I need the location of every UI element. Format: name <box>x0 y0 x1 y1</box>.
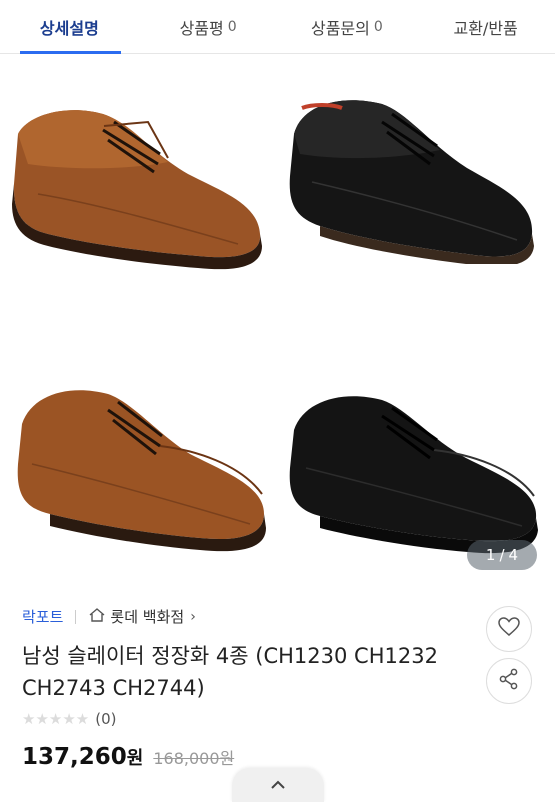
product-title: 남성 슬레이터 정장화 4종 (CH1230 CH1232 CH2743 CH2… <box>22 644 438 700</box>
tab-count: 0 <box>227 18 237 35</box>
shoe-image-brown-plain <box>8 74 268 274</box>
detail-tab-bar: 상세설명 상품평 0 상품문의 0 교환/반품 <box>0 0 555 54</box>
sale-price: 137,260 <box>22 744 127 770</box>
product-image-gallery[interactable]: 1 / 4 <box>0 54 555 586</box>
price-row: 137,260원 168,000원 <box>22 744 234 770</box>
share-button[interactable] <box>486 658 532 704</box>
counter-current: 1 <box>485 546 496 564</box>
price-unit: 원 <box>126 748 144 769</box>
tab-label: 상세설명 <box>39 18 99 38</box>
wishlist-button[interactable] <box>486 606 532 652</box>
home-icon <box>88 607 106 627</box>
original-price: 168,000원 <box>153 749 235 768</box>
shoe-image-black-plain <box>282 64 542 267</box>
divider <box>75 609 77 624</box>
tab-label: 교환/반품 <box>453 18 518 38</box>
heart-icon <box>498 617 520 641</box>
tab-inquiries[interactable]: 상품문의 0 <box>278 0 417 53</box>
tab-label: 상품문의 <box>310 18 370 38</box>
chevron-up-icon <box>269 776 287 795</box>
rating-row[interactable]: ★★★★★ (0) <box>22 710 117 728</box>
tab-exchange-return[interactable]: 교환/반품 <box>416 0 555 53</box>
share-icon <box>498 668 520 694</box>
brand-link[interactable]: 락포트 <box>22 606 63 627</box>
review-count: (0) <box>95 710 117 728</box>
brand-row: 락포트 롯데 백화점 › <box>22 606 196 627</box>
chevron-right-icon: › <box>190 608 196 625</box>
tab-count: 0 <box>373 18 383 35</box>
shoe-image-black-captoe <box>282 354 542 554</box>
image-page-counter: 1 / 4 <box>467 540 537 570</box>
shoe-image-brown-captoe <box>10 354 270 554</box>
store-link[interactable]: 롯데 백화점 › <box>88 606 196 627</box>
tab-reviews[interactable]: 상품평 0 <box>139 0 278 53</box>
counter-separator: / <box>499 546 505 564</box>
star-rating-icon: ★★★★★ <box>22 710 90 728</box>
tab-description[interactable]: 상세설명 <box>0 0 139 54</box>
counter-total: 4 <box>508 546 519 564</box>
store-name: 롯데 백화점 <box>110 608 185 626</box>
expand-panel-button[interactable] <box>232 768 324 802</box>
tab-label: 상품평 <box>179 18 224 38</box>
